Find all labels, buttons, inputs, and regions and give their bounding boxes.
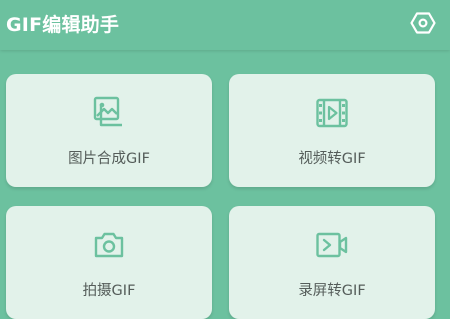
settings-button[interactable] <box>410 10 436 36</box>
card-label: 图片合成GIF <box>68 151 150 167</box>
settings-hexagon-icon <box>410 10 436 36</box>
card-video-to-gif[interactable]: 视频转GIF <box>229 74 435 187</box>
card-label: 拍摄GIF <box>82 283 136 299</box>
card-camera-gif[interactable]: 拍摄GIF <box>6 206 212 319</box>
image-stack-icon <box>92 96 126 130</box>
camera-icon <box>92 228 126 262</box>
card-image-to-gif[interactable]: 图片合成GIF <box>6 74 212 187</box>
card-screen-record-to-gif[interactable]: 录屏转GIF <box>229 206 435 319</box>
app-title: GIF编辑助手 <box>6 14 120 36</box>
film-strip-icon <box>315 96 349 130</box>
app-bar: GIF编辑助手 <box>0 0 450 50</box>
screen-record-icon <box>315 228 349 262</box>
card-label: 录屏转GIF <box>298 283 366 299</box>
card-label: 视频转GIF <box>298 151 366 167</box>
